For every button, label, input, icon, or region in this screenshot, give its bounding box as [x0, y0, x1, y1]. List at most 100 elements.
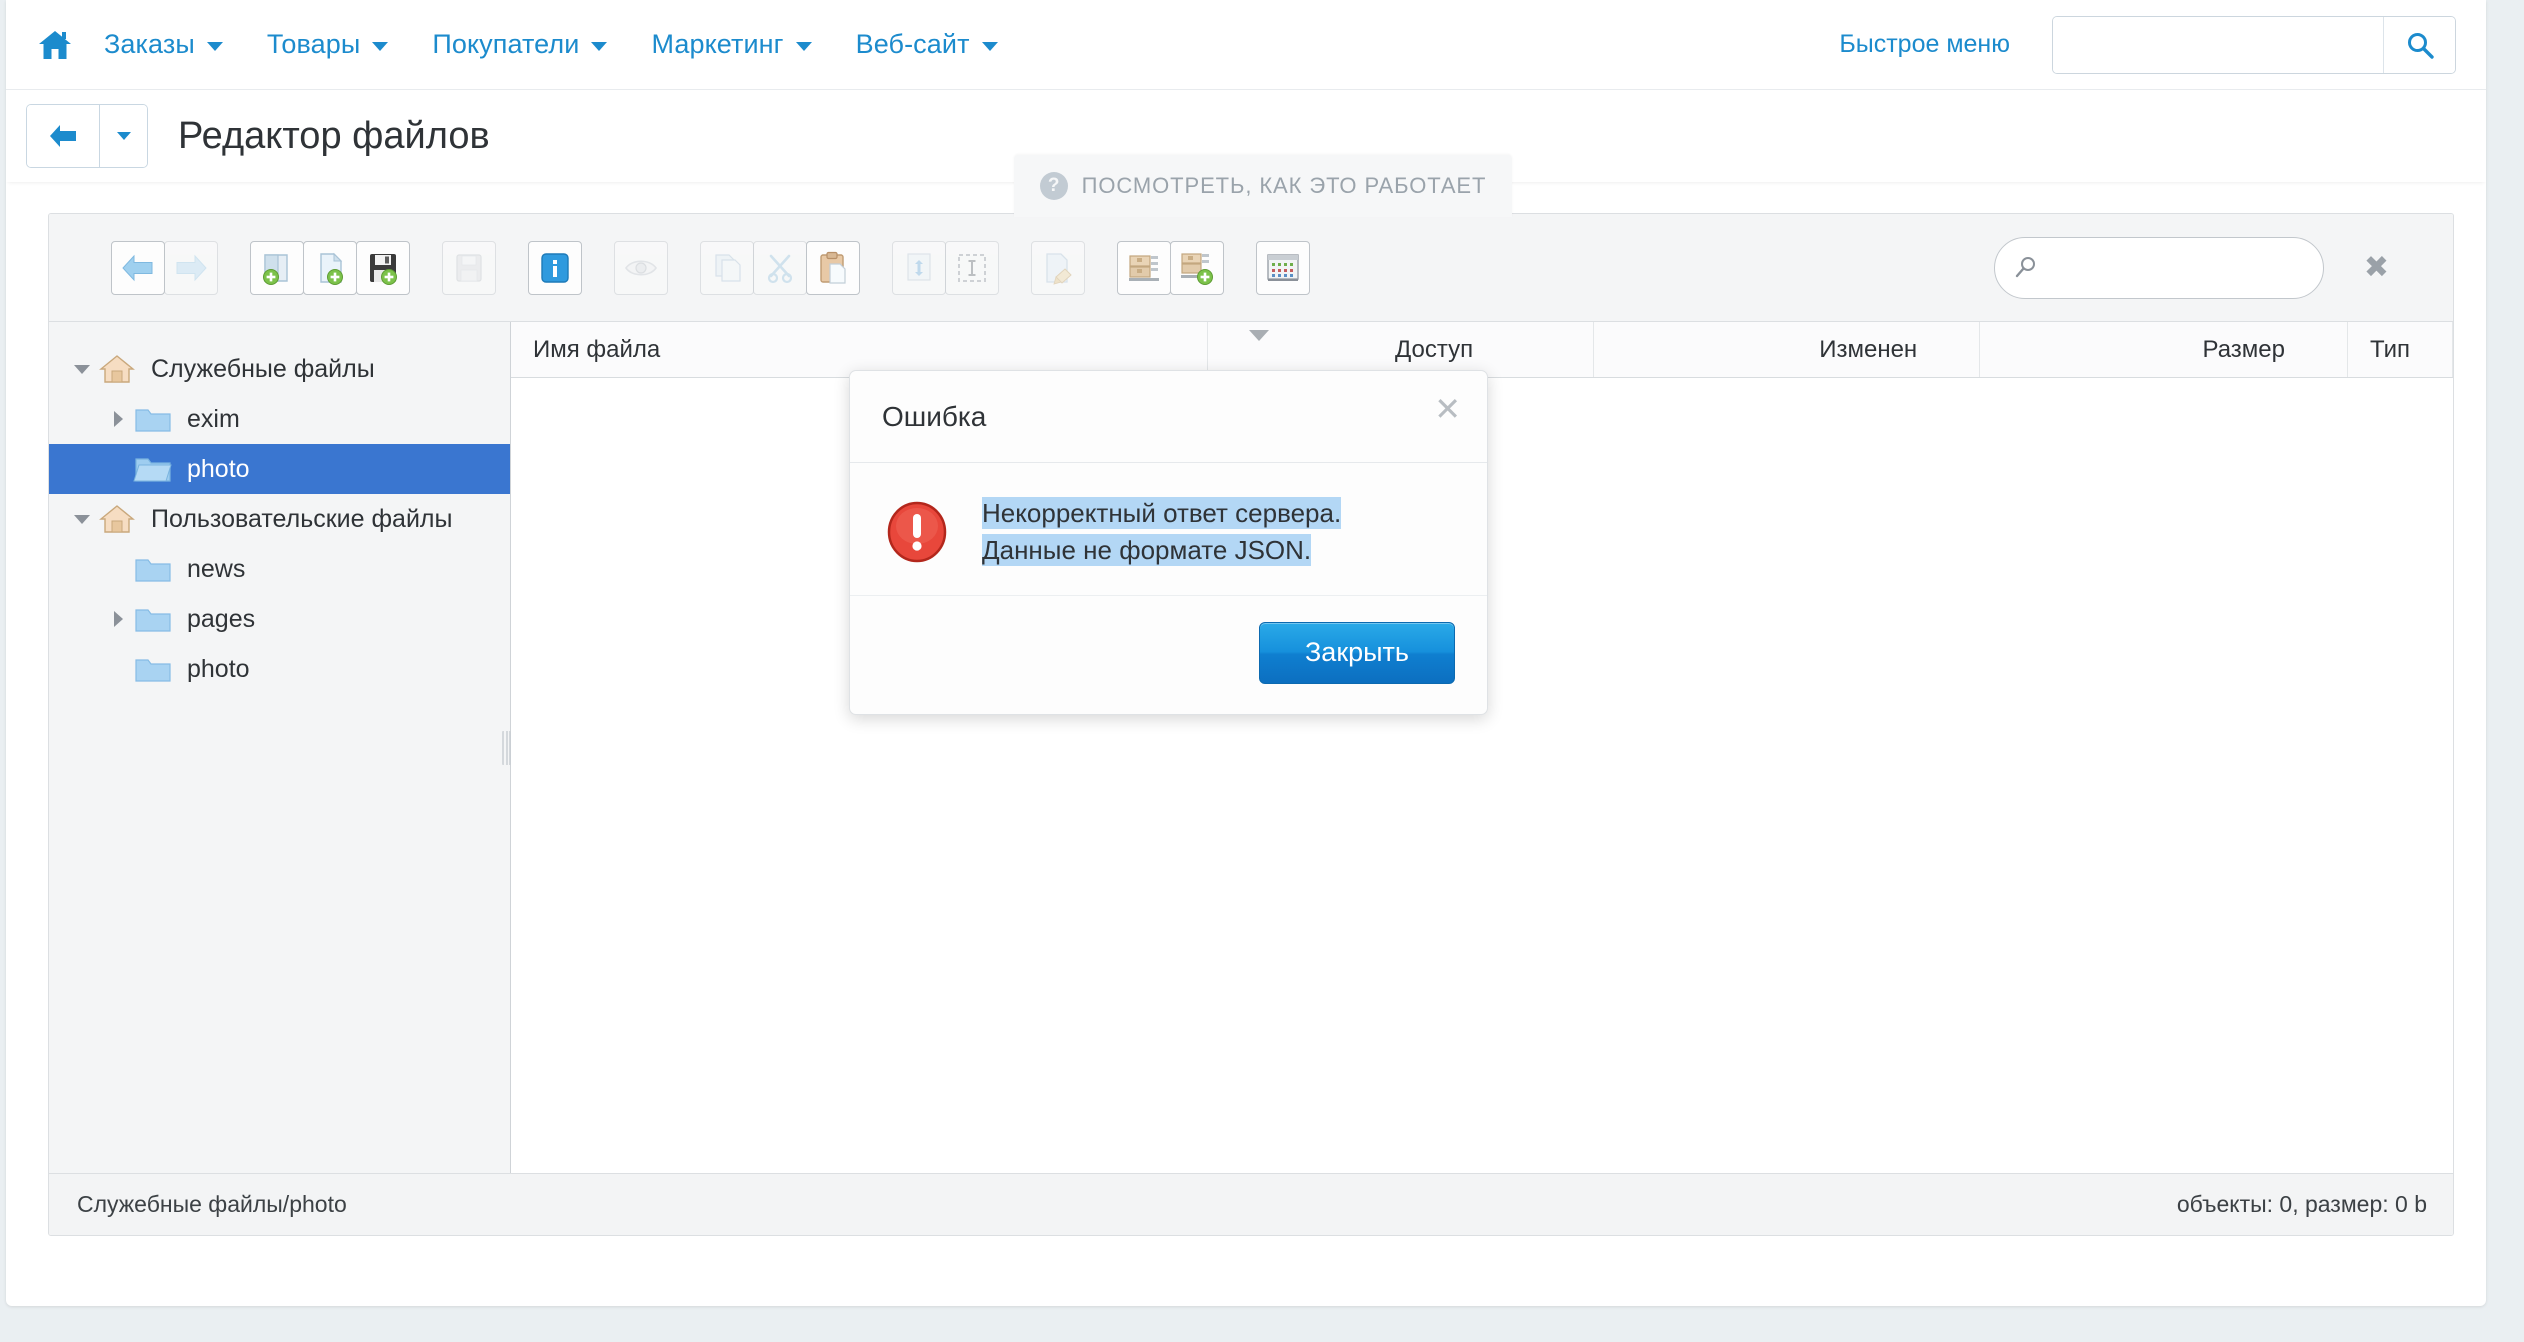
dialog-body: Некорректный ответ сервера. Данные не фо…: [850, 463, 1487, 596]
arrow-left-blue-icon: [122, 254, 153, 281]
nav-item-products[interactable]: Товары: [245, 29, 410, 60]
dialog-footer: Закрыть: [850, 596, 1487, 714]
nav-item-label: Товары: [266, 29, 361, 59]
tree-item-news[interactable]: news: [49, 544, 510, 594]
tree-splitter-handle[interactable]: [502, 730, 511, 765]
tree-item-label: Пользовательские файлы: [151, 504, 453, 533]
tree-item-service-files[interactable]: Служебные файлы: [49, 344, 510, 394]
cut-button[interactable]: [753, 240, 807, 295]
home-button[interactable]: [28, 18, 82, 72]
tree-item-pages[interactable]: pages: [49, 594, 510, 644]
nav-item-label: Покупатели: [432, 29, 580, 59]
scissors-icon: [767, 254, 793, 283]
error-dialog: Ошибка ✕ Некорректный ответ сервера. Дан…: [849, 370, 1488, 715]
move-button[interactable]: [892, 240, 946, 295]
home-folder-icon: [99, 355, 135, 383]
nav-item-website[interactable]: Веб-сайт: [834, 29, 1020, 60]
rename-button[interactable]: [1031, 240, 1085, 295]
tree-item-photo-service[interactable]: photo: [49, 444, 510, 494]
tree-item-user-files[interactable]: Пользовательские файлы: [49, 494, 510, 544]
column-header-label: Тип: [2369, 335, 2410, 363]
global-search-group: [2052, 15, 2456, 74]
tree-toggle-icon[interactable]: [103, 411, 133, 427]
dialog-message-line2: Данные не формате JSON.: [982, 533, 1312, 566]
file-add-icon: [320, 252, 343, 285]
nav-item-customers[interactable]: Покупатели: [410, 29, 629, 60]
info-button[interactable]: [528, 240, 582, 295]
column-header-type[interactable]: Тип: [2348, 322, 2453, 377]
dialog-close-button[interactable]: Закрыть: [1259, 621, 1455, 684]
file-manager-statusbar: Служебные файлы/photo объекты: 0, размер…: [49, 1173, 2453, 1235]
dialog-message: Некорректный ответ сервера. Данные не фо…: [982, 495, 1342, 569]
new-folder-button[interactable]: [250, 240, 304, 295]
toolbar-group-archive: [1085, 240, 1224, 295]
tree-toggle-icon[interactable]: [103, 611, 133, 627]
arrow-left-icon: [50, 125, 76, 147]
file-search-box[interactable]: [1993, 236, 2324, 299]
dialog-title: Ошибка: [882, 400, 987, 432]
upload-file-button[interactable]: [356, 240, 410, 295]
toolbar-search-area: ✖: [1993, 236, 2389, 299]
magnifier-icon: [2407, 32, 2434, 59]
toolbar-group-create: [218, 240, 410, 295]
save-button[interactable]: [442, 240, 496, 295]
nav-back-button[interactable]: [111, 240, 165, 295]
tree-item-label: news: [187, 554, 246, 583]
nav-forward-button[interactable]: [164, 240, 218, 295]
paste-button[interactable]: [806, 240, 860, 295]
folder-icon: [135, 559, 171, 582]
select-all-button[interactable]: [945, 240, 999, 295]
folder-icon: [135, 409, 171, 432]
close-x-icon[interactable]: ✕: [1434, 393, 1461, 425]
nav-item-label: Веб-сайт: [855, 29, 970, 59]
chevron-down-icon: [372, 42, 389, 51]
back-dropdown-button[interactable]: [99, 105, 147, 167]
chevron-down-icon: [795, 42, 812, 51]
how-it-works-tab[interactable]: ? ПОСМОТРЕТЬ, КАК ЭТО РАБОТАЕТ: [1014, 155, 1512, 217]
column-header-name[interactable]: Имя файла: [511, 322, 1209, 377]
archive-add-icon: [1181, 252, 1213, 285]
nav-item-label: Заказы: [104, 29, 195, 59]
chevron-down-icon: [206, 42, 223, 51]
move-arrows-icon: [907, 252, 931, 281]
chevron-down-icon: [981, 42, 998, 51]
archive-add-button[interactable]: [1170, 240, 1224, 295]
column-header-size[interactable]: Размер: [1980, 322, 2348, 377]
grid-view-icon: [1267, 253, 1299, 281]
folder-icon: [135, 659, 171, 682]
nav-item-label: Маркетинг: [651, 29, 784, 59]
tree-item-exim[interactable]: exim: [49, 394, 510, 444]
home-icon: [39, 30, 71, 59]
tree-item-photo-user[interactable]: photo: [49, 644, 510, 694]
nav-item-marketing[interactable]: Маркетинг: [629, 29, 833, 60]
copy-button[interactable]: [700, 240, 754, 295]
column-header-modified[interactable]: Изменен: [1594, 322, 1981, 377]
top-navigation-bar: Заказы Товары Покупатели Маркетинг Веб-с…: [6, 0, 2486, 90]
global-search-input[interactable]: [2053, 16, 2383, 73]
back-button[interactable]: [27, 105, 99, 167]
folder-open-icon: [133, 458, 172, 482]
nav-item-orders[interactable]: Заказы: [82, 29, 245, 60]
select-text-icon: [958, 253, 986, 282]
back-button-group: [26, 104, 148, 168]
tree-toggle-icon[interactable]: [67, 364, 97, 374]
close-x-icon[interactable]: ✖: [2364, 252, 2389, 283]
view-mode-button[interactable]: [1256, 240, 1310, 295]
info-blue-icon: [541, 252, 569, 283]
statusbar-summary: объекты: 0, размер: 0 b: [2176, 1191, 2427, 1217]
archive-button[interactable]: [1117, 240, 1171, 295]
tree-item-label: photo: [187, 654, 250, 683]
preview-button[interactable]: [614, 240, 668, 295]
quick-menu-link[interactable]: Быстрое меню: [1839, 30, 2010, 59]
global-search-button[interactable]: [2383, 16, 2455, 73]
floppy-add-icon: [370, 253, 397, 285]
file-search-input[interactable]: [2048, 253, 2309, 282]
new-file-button[interactable]: [303, 240, 357, 295]
column-header-label: Размер: [2202, 335, 2285, 363]
home-folder-icon: [99, 505, 135, 533]
toolbar-group-preview: [582, 240, 668, 295]
column-header-label: Изменен: [1819, 335, 1918, 363]
tree-toggle-icon[interactable]: [67, 514, 97, 524]
toolbar-group-clipboard: [668, 240, 860, 295]
sort-indicator-icon: [1249, 330, 1269, 341]
